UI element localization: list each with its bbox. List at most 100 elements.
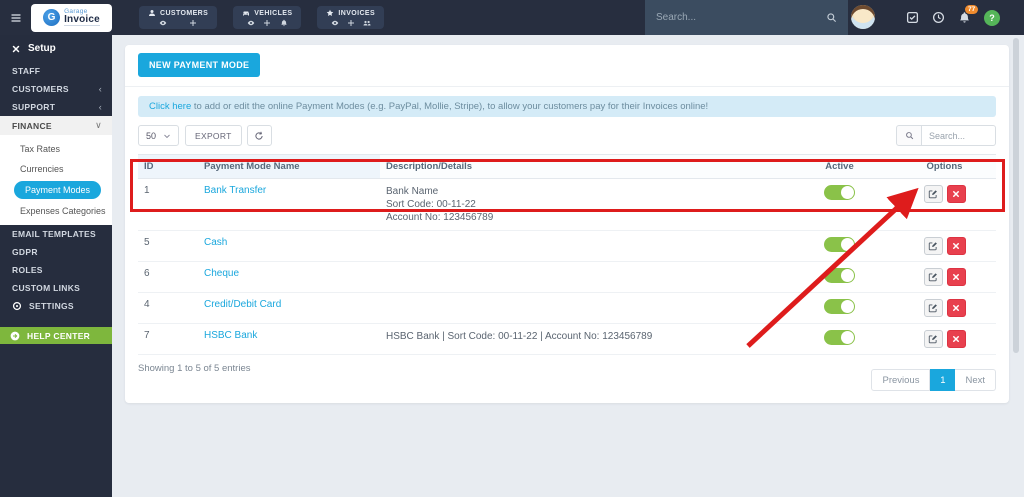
- active-toggle[interactable]: [824, 185, 855, 200]
- sidebar-item-support[interactable]: SUPPORT‹: [0, 98, 112, 116]
- notifications-bell[interactable]: 77: [958, 11, 971, 24]
- payment-mode-link[interactable]: Credit/Debit Card: [204, 299, 281, 310]
- edit-button[interactable]: [924, 237, 943, 255]
- payment-mode-link[interactable]: HSBC Bank: [204, 330, 257, 341]
- payment-mode-link[interactable]: Cash: [204, 237, 227, 248]
- topbar: G Garage Invoice CUSTOMERS VEHICLES INVOIC…: [0, 0, 1024, 35]
- description-line: Account No: 123456789: [386, 211, 780, 224]
- toggle-knob: [841, 331, 854, 344]
- sidebar-item-staff[interactable]: STAFF: [0, 62, 112, 80]
- nav-group-customers[interactable]: CUSTOMERS: [139, 6, 217, 29]
- edit-button[interactable]: [924, 268, 943, 286]
- table-body: 1Bank TransferBank NameSort Code: 00-11-…: [138, 179, 996, 355]
- delete-button[interactable]: [947, 299, 966, 317]
- toggle-knob: [841, 300, 854, 313]
- pagination-previous[interactable]: Previous: [871, 369, 930, 391]
- column-header-options[interactable]: Options: [893, 155, 996, 179]
- pagination: Previous 1 Next: [871, 369, 996, 391]
- chevron-down-icon: [163, 132, 171, 140]
- pagination-page-1[interactable]: 1: [930, 369, 955, 391]
- topbar-icons: 77 ?: [906, 0, 1000, 35]
- eye-icon[interactable]: [159, 19, 167, 27]
- finance-submenu: Tax RatesCurrencies Payment Modes Expenses…: [0, 135, 112, 225]
- nav-group-invoices[interactable]: INVOICES: [317, 6, 384, 29]
- cell-description: [380, 293, 786, 324]
- new-payment-mode-button[interactable]: NEW PAYMENT MODE: [138, 53, 260, 77]
- delete-button[interactable]: [947, 330, 966, 348]
- sidebar-item-custom-links[interactable]: CUSTOM LINKS: [0, 279, 112, 297]
- sidebar-subitem-tax-rates[interactable]: Tax Rates: [0, 139, 112, 159]
- eye-icon[interactable]: [247, 19, 255, 27]
- delete-x-icon: [952, 242, 960, 250]
- sidebar-setup-header[interactable]: Setup: [0, 35, 112, 62]
- sidebar-subitem-currencies[interactable]: Currencies: [0, 159, 112, 179]
- sidebar-item-customers[interactable]: CUSTOMERS‹: [0, 80, 112, 98]
- cell-options: [893, 231, 996, 262]
- page-size-select[interactable]: 50: [138, 125, 179, 146]
- delete-button[interactable]: [947, 237, 966, 255]
- sidebar-item-label: ROLES: [12, 265, 43, 275]
- showing-entries-text: Showing 1 to 5 of 5 entries: [138, 363, 251, 374]
- description-line: Sort Code: 00-11-22: [386, 198, 780, 211]
- table-search-button[interactable]: [896, 125, 922, 146]
- user-avatar[interactable]: [851, 5, 875, 29]
- sidebar-item-help-center[interactable]: HELP CENTER: [0, 327, 112, 344]
- edit-button[interactable]: [924, 299, 943, 317]
- sidebar-item-email-templates[interactable]: EMAIL TEMPLATES: [0, 225, 112, 243]
- edit-button[interactable]: [924, 185, 943, 203]
- sidebar-item-roles[interactable]: ROLES: [0, 261, 112, 279]
- delete-button[interactable]: [947, 185, 966, 203]
- active-toggle[interactable]: [824, 237, 855, 252]
- plus-icon[interactable]: [347, 19, 355, 27]
- payment-modes-table: ID Payment Mode Name Description/Details…: [138, 154, 996, 355]
- nav-group-label: INVOICES: [338, 10, 375, 17]
- cell-description: [380, 262, 786, 293]
- table-search-input[interactable]: [922, 125, 996, 146]
- sidebar-item-finance[interactable]: FINANCE∨: [0, 116, 112, 135]
- close-icon[interactable]: [12, 45, 20, 53]
- tasks-icon[interactable]: [906, 11, 919, 24]
- plus-icon[interactable]: [263, 19, 271, 27]
- sidebar-item-settings[interactable]: SETTINGS: [0, 297, 112, 315]
- active-toggle[interactable]: [824, 299, 855, 314]
- help-center-label: HELP CENTER: [27, 331, 90, 341]
- active-toggle[interactable]: [824, 268, 855, 283]
- sidebar-subitem-expenses-categories[interactable]: Expenses Categories: [0, 201, 112, 221]
- column-header-name[interactable]: Payment Mode Name: [198, 155, 380, 179]
- pencil-icon: [928, 272, 938, 282]
- sidebar-subitem-payment-modes[interactable]: Payment Modes: [14, 181, 101, 199]
- payment-mode-link[interactable]: Cheque: [204, 268, 239, 279]
- payment-mode-link[interactable]: Bank Transfer: [204, 185, 266, 196]
- cell-description: HSBC Bank | Sort Code: 00-11-22 | Accoun…: [380, 324, 786, 355]
- table-controls: 50 EXPORT: [138, 125, 996, 146]
- eye-icon[interactable]: [331, 19, 339, 27]
- plus-icon[interactable]: [189, 19, 197, 27]
- column-header-id[interactable]: ID: [138, 155, 198, 179]
- banner-click-here-link[interactable]: Click here: [149, 101, 191, 112]
- global-search-input[interactable]: [656, 12, 826, 23]
- pagination-next[interactable]: Next: [955, 369, 996, 391]
- bell-icon[interactable]: [280, 19, 288, 27]
- search-icon[interactable]: [826, 12, 837, 23]
- app-logo[interactable]: G Garage Invoice: [31, 4, 112, 32]
- clock-icon[interactable]: [932, 11, 945, 24]
- column-header-active[interactable]: Active: [786, 155, 893, 179]
- delete-button[interactable]: [947, 268, 966, 286]
- nav-group-label: CUSTOMERS: [160, 10, 208, 17]
- column-header-description[interactable]: Description/Details: [380, 155, 786, 179]
- pencil-icon: [928, 241, 938, 251]
- cell-id: 4: [138, 293, 198, 324]
- edit-button[interactable]: [924, 330, 943, 348]
- users-icon[interactable]: [363, 19, 371, 27]
- refresh-button[interactable]: [247, 125, 272, 146]
- active-toggle[interactable]: [824, 330, 855, 345]
- nav-group-vehicles[interactable]: VEHICLES: [233, 6, 301, 29]
- help-icon[interactable]: ?: [984, 10, 1000, 26]
- cell-options: [893, 324, 996, 355]
- table-row: 7HSBC BankHSBC Bank | Sort Code: 00-11-2…: [138, 324, 996, 355]
- scrollbar-thumb[interactable]: [1013, 38, 1019, 353]
- menu-icon[interactable]: [9, 12, 23, 24]
- export-button[interactable]: EXPORT: [185, 125, 242, 146]
- sidebar-item-gdpr[interactable]: GDPR: [0, 243, 112, 261]
- info-banner: Click here to add or edit the online Pay…: [138, 96, 996, 117]
